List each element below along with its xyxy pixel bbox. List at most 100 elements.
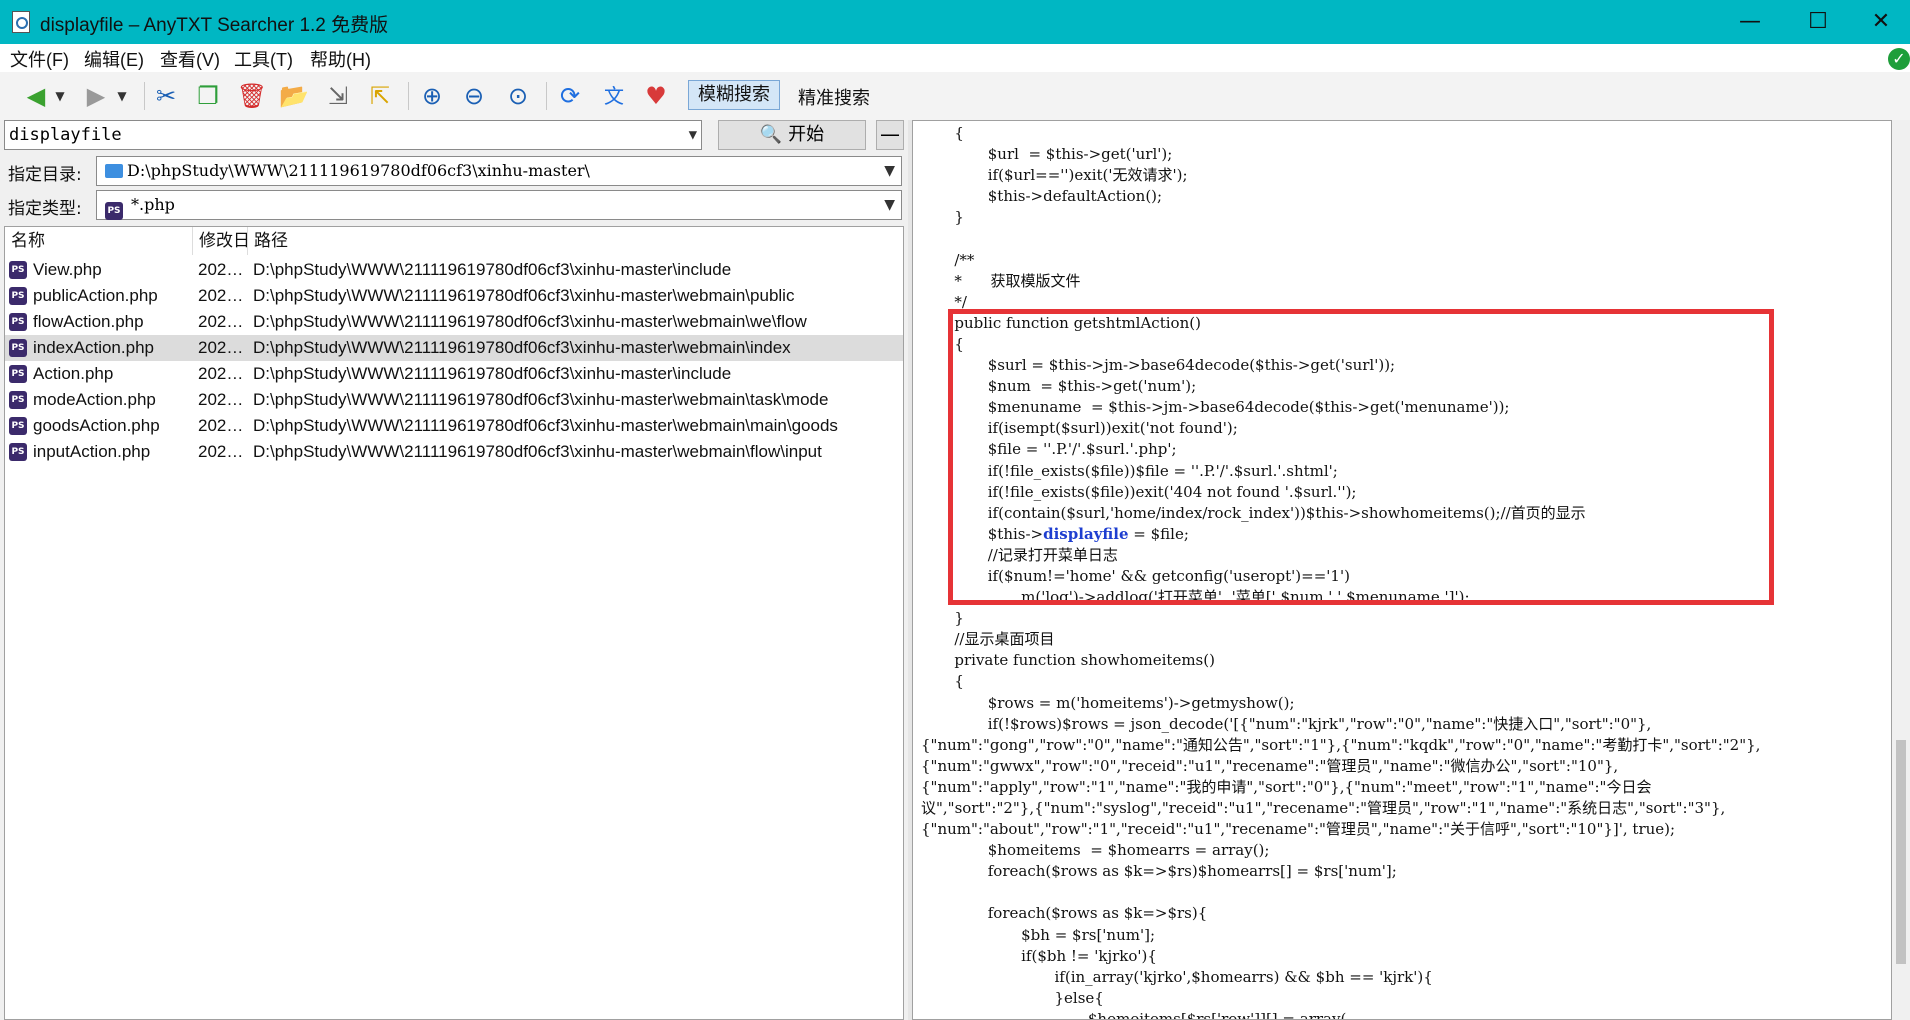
menu-tools[interactable]: 工具(T) [234, 46, 293, 72]
php-file-icon: PS [9, 261, 27, 279]
menu-edit[interactable]: 编辑(E) [84, 46, 144, 72]
php-file-icon: PS [9, 339, 27, 357]
file-name: View.php [33, 260, 102, 279]
refresh-icon[interactable]: ⟳ [554, 80, 586, 112]
close-button[interactable]: ✕ [1852, 0, 1910, 44]
file-row[interactable]: PS flowAction.php 202… D:\phpStudy\WWW\2111… [5, 309, 903, 335]
zoom-reset-icon[interactable]: ⊙ [502, 80, 534, 112]
open-folder-icon[interactable]: 📂 [278, 80, 310, 112]
code-line: * 获取模版文件 [921, 271, 1081, 290]
code-line: 议","sort":"2"},{"num":"syslog","receid":… [921, 799, 1726, 817]
chevron-down-icon[interactable]: ▼ [884, 157, 895, 185]
column-header-path[interactable]: 路径 [248, 227, 903, 255]
php-file-icon: PS [9, 417, 27, 435]
search-input[interactable]: displayfile ▼ [4, 120, 702, 150]
code-line: foreach($rows as $k=>$rs){ [921, 904, 1208, 923]
collapse-button[interactable]: — [876, 120, 904, 150]
file-modified: 202… [198, 364, 244, 383]
code-line: if($bh != 'kjrko'){ [921, 946, 1157, 965]
search-icon: 🔍 [759, 124, 783, 145]
file-modified: 202… [198, 442, 244, 461]
file-row[interactable]: PS indexAction.php 202… D:\phpStudy\WWW\211… [5, 335, 903, 361]
delete-icon[interactable]: 🗑 [236, 80, 268, 112]
code-line: //显示桌面项目 [921, 630, 1055, 649]
column-header-name[interactable]: 名称 [5, 227, 193, 255]
import-icon[interactable]: ⇱ [364, 80, 396, 112]
file-row[interactable]: PS inputAction.php 202… D:\phpStudy\WWW\211… [5, 439, 903, 465]
highlight-annotation-box [948, 309, 1774, 605]
exact-search-toggle[interactable]: 精准搜索 [798, 84, 870, 110]
donate-heart-icon[interactable]: ♥ [640, 80, 672, 112]
file-modified: 202… [198, 390, 244, 409]
code-line: {"num":"apply","row":"1","name":"我的申请","… [921, 777, 1652, 796]
forward-icon[interactable]: ▶ [80, 80, 112, 112]
file-row[interactable]: PS View.php 202… D:\phpStudy\WWW\2111196197… [5, 257, 903, 283]
cut-icon[interactable]: ✂ [150, 80, 182, 112]
app-icon [12, 11, 30, 33]
code-line: if($url=='')exit('无效请求'); [921, 166, 1188, 185]
menu-help[interactable]: 帮助(H) [310, 46, 371, 72]
minimize-button[interactable]: — [1716, 0, 1784, 44]
file-path: D:\phpStudy\WWW\211119619780df06cf3\xinh… [253, 286, 795, 305]
chevron-down-icon[interactable]: ▼ [689, 121, 697, 149]
zoom-out-icon[interactable]: ⊖ [458, 80, 490, 112]
file-path: D:\phpStudy\WWW\211119619780df06cf3\xinh… [253, 390, 829, 409]
menu-file[interactable]: 文件(F) [10, 46, 69, 72]
file-path: D:\phpStudy\WWW\211119619780df06cf3\xinh… [253, 416, 838, 435]
zoom-in-icon[interactable]: ⊕ [416, 80, 448, 112]
php-file-icon: PS [9, 443, 27, 461]
search-pane: displayfile ▼ 🔍 开始 — 指定目录: D:\phpStudy\W… [0, 120, 908, 1020]
toolbar-separator [144, 82, 145, 110]
file-list: 名称 修改日 路径 PS View.php 202… D:\phpStudy\WWW\… [4, 226, 904, 1020]
file-modified: 202… [198, 338, 244, 357]
code-line: {"num":"about","row":"1","receid":"u1","… [921, 820, 1676, 839]
back-dropdown-icon[interactable]: ▼ [52, 80, 68, 112]
title-bar: displayfile – AnyTXT Searcher 1.2 免费版 — … [0, 0, 1910, 44]
code-line: } [921, 609, 964, 628]
fuzzy-search-toggle[interactable]: 模糊搜索 [688, 80, 780, 110]
file-path: D:\phpStudy\WWW\211119619780df06cf3\xinh… [253, 312, 807, 331]
file-name: goodsAction.php [33, 416, 160, 435]
file-path: D:\phpStudy\WWW\211119619780df06cf3\xinh… [253, 260, 732, 279]
file-name: inputAction.php [33, 442, 151, 461]
translate-icon[interactable]: 文A [598, 80, 630, 140]
start-button[interactable]: 🔍 开始 [718, 120, 866, 150]
file-path: D:\phpStudy\WWW\211119619780df06cf3\xinh… [253, 364, 732, 383]
export-icon[interactable]: ⇲ [322, 80, 354, 112]
php-file-icon: PS [9, 391, 27, 409]
start-label: 开始 [788, 124, 825, 145]
code-line: $url = $this->get('url'); [921, 145, 1173, 164]
file-path: D:\phpStudy\WWW\211119619780df06cf3\xinh… [253, 442, 822, 461]
code-line: foreach($rows as $k=>$rs)$homearrs[] = $… [921, 862, 1397, 881]
code-line: { [921, 124, 964, 142]
copy-icon[interactable]: ❐ [192, 80, 224, 112]
file-name: modeAction.php [33, 390, 156, 409]
scrollbar-thumb[interactable] [1896, 740, 1906, 964]
dir-select[interactable]: D:\phpStudy\WWW\211119619780df06cf3\xinh… [96, 156, 902, 186]
preview-scrollbar[interactable] [1892, 120, 1910, 1020]
search-query: displayfile [9, 125, 122, 145]
maximize-button[interactable]: ☐ [1784, 0, 1852, 44]
code-line: private function showhomeitems() [921, 651, 1215, 670]
code-line: {"num":"gong","row":"0","name":"通知公告","s… [921, 735, 1761, 754]
chevron-down-icon[interactable]: ▼ [884, 191, 895, 219]
file-row[interactable]: PS Action.php 202… D:\phpStudy\WWW\21111961… [5, 361, 903, 387]
file-row[interactable]: PS goodsAction.php 202… D:\phpStudy\WWW\211… [5, 413, 903, 439]
file-row[interactable]: PS publicAction.php 202… D:\phpStudy\WWW\21… [5, 283, 903, 309]
toolbar: ◀ ▼ ▶ ▼ ✂ ❐ 🗑 📂 ⇲ ⇱ ⊕ ⊖ ⊙ ⟳ 文A ♥ 模糊搜索 精准… [0, 72, 1910, 140]
forward-dropdown-icon[interactable]: ▼ [114, 80, 130, 112]
code-line: { [921, 672, 964, 691]
code-line: if(in_array('kjrko',$homearrs) && $bh ==… [921, 967, 1433, 986]
type-select[interactable]: PS *.php ▼ [96, 190, 902, 220]
column-header-modified[interactable]: 修改日 [193, 227, 248, 255]
menu-view[interactable]: 查看(V) [160, 46, 220, 72]
php-file-icon: PS [9, 365, 27, 383]
file-modified: 202… [198, 260, 244, 279]
back-icon[interactable]: ◀ [20, 80, 52, 112]
toolbar-separator [408, 82, 409, 110]
php-file-icon: PS [9, 287, 27, 305]
folder-icon [105, 164, 123, 178]
type-label: 指定类型: [8, 199, 82, 219]
file-row[interactable]: PS modeAction.php 202… D:\phpStudy\WWW\2111… [5, 387, 903, 413]
